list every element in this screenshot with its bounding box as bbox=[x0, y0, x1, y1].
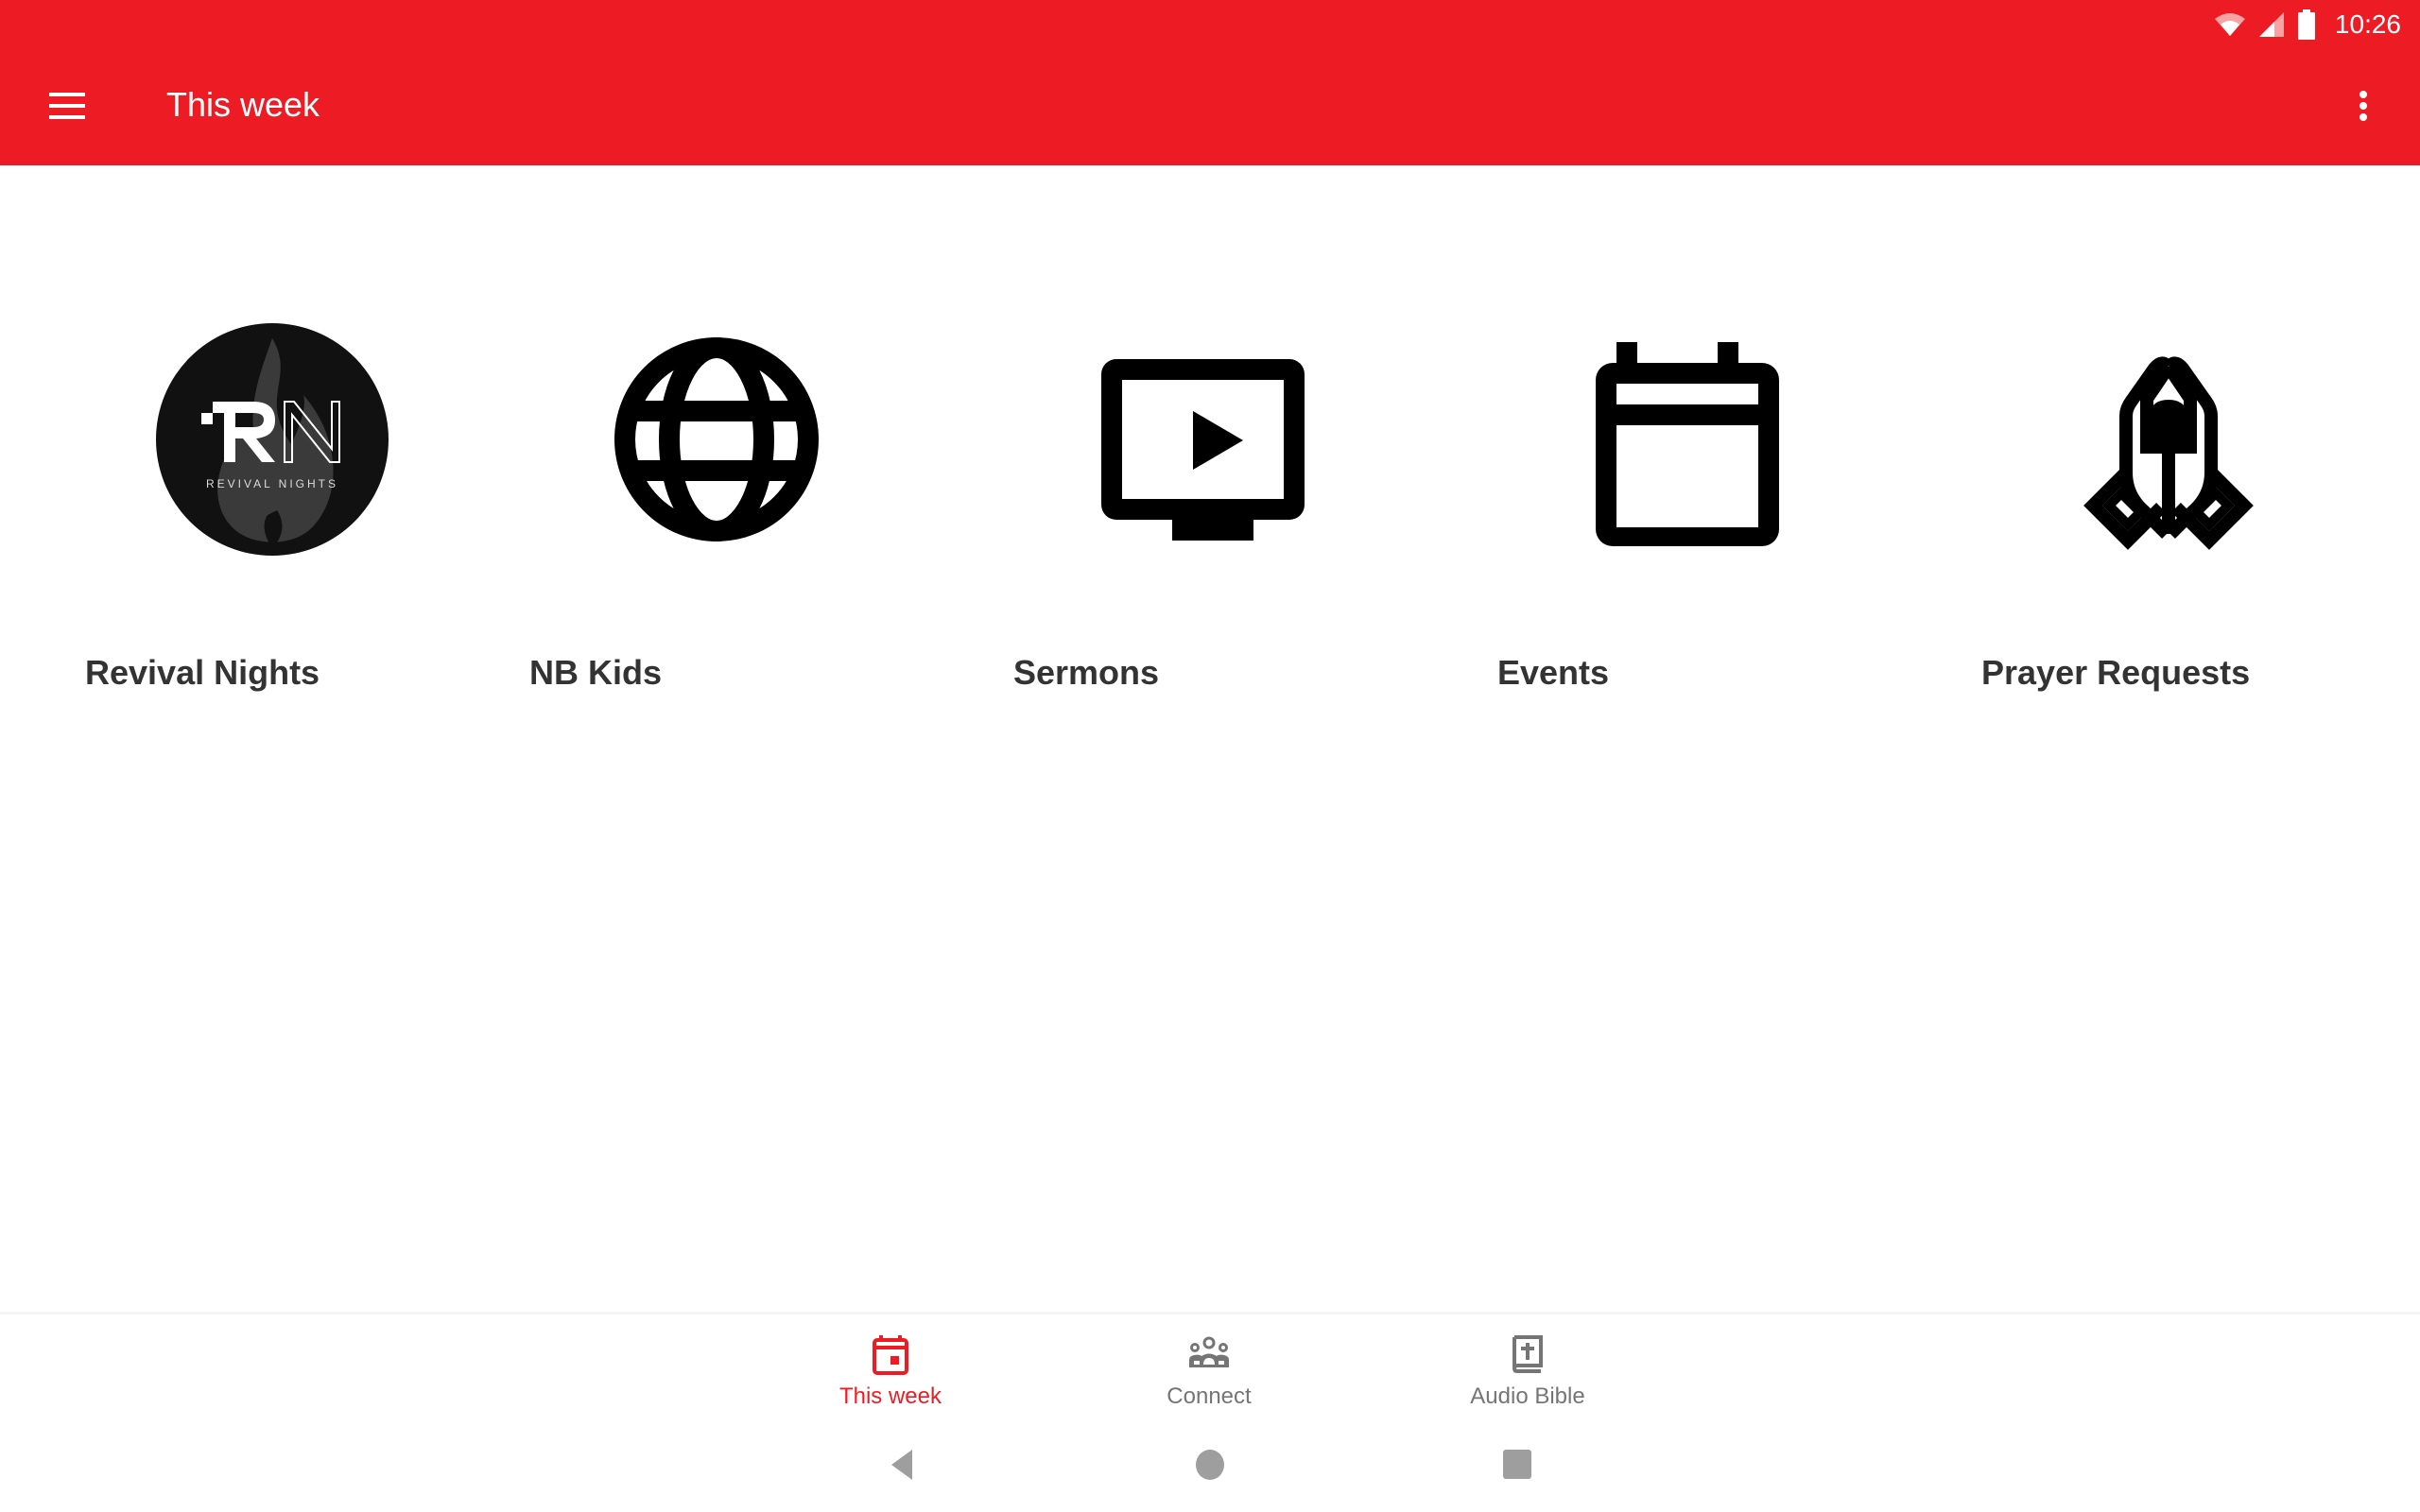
more-vert-dot bbox=[2360, 113, 2367, 121]
nav-item-connect[interactable]: Connect bbox=[1105, 1314, 1313, 1420]
tile-events[interactable]: Events bbox=[1488, 284, 1885, 718]
nav-item-this-week[interactable]: This week bbox=[786, 1314, 994, 1420]
tile-nb-kids[interactable]: NB Kids bbox=[520, 284, 917, 718]
logo-text: REVIVAL NIGHTS bbox=[206, 477, 338, 490]
hamburger-menu-button[interactable] bbox=[49, 89, 87, 123]
system-navigation-bar bbox=[0, 1418, 2420, 1512]
recents-button[interactable] bbox=[1498, 1446, 1546, 1484]
tile-label: Sermons bbox=[1013, 653, 1160, 692]
toolbar: This week bbox=[0, 45, 2420, 165]
nav-item-audio-bible[interactable]: Audio Bible bbox=[1424, 1314, 1632, 1420]
calendar-icon bbox=[1596, 342, 1779, 546]
status-icons: 10:26 bbox=[2214, 6, 2401, 43]
back-icon bbox=[891, 1450, 912, 1480]
revival-nights-logo: REVIVAL NIGHTS bbox=[156, 323, 389, 556]
overflow-menu-button[interactable] bbox=[2348, 83, 2378, 129]
hamburger-line bbox=[49, 115, 85, 119]
page-title: This week bbox=[166, 85, 320, 124]
hamburger-line bbox=[49, 104, 85, 108]
tv-play-icon bbox=[1101, 359, 1305, 541]
cell-signal-icon bbox=[2258, 12, 2284, 37]
tile-label: NB Kids bbox=[529, 653, 663, 692]
home-icon bbox=[1196, 1450, 1224, 1480]
tile-prayer-requests[interactable]: Prayer Requests bbox=[1972, 284, 2369, 718]
praying-hands-icon bbox=[2083, 356, 2254, 550]
calendar-today-icon bbox=[873, 1335, 908, 1375]
app-bar: 10:26 This week bbox=[0, 0, 2420, 165]
tile-revival-nights[interactable]: REVIVAL NIGHTS Revival Nights bbox=[76, 284, 473, 718]
more-vert-dot bbox=[2360, 102, 2367, 110]
wifi-icon bbox=[2214, 13, 2245, 36]
battery-icon bbox=[2297, 9, 2315, 40]
bible-icon bbox=[1512, 1335, 1543, 1373]
bottom-navigation: This week Connect Audio Bible bbox=[0, 1312, 2420, 1420]
nav-label: Connect bbox=[1167, 1383, 1252, 1409]
nav-label: Audio Bible bbox=[1470, 1383, 1585, 1409]
tile-label: Revival Nights bbox=[85, 653, 320, 692]
tile-label: Prayer Requests bbox=[1981, 653, 2251, 692]
recents-icon bbox=[1503, 1450, 1531, 1479]
more-vert-icon bbox=[2360, 91, 2367, 98]
back-button[interactable] bbox=[884, 1446, 931, 1484]
group-icon bbox=[1189, 1336, 1229, 1367]
nav-label: This week bbox=[838, 1383, 942, 1409]
tile-sermons[interactable]: Sermons bbox=[1004, 284, 1401, 718]
globe-icon bbox=[614, 337, 819, 541]
status-bar: 10:26 bbox=[0, 0, 2420, 45]
home-button[interactable] bbox=[1191, 1446, 1238, 1484]
status-time: 10:26 bbox=[2334, 9, 2401, 39]
hamburger-menu-icon bbox=[49, 93, 85, 96]
tile-label: Events bbox=[1497, 653, 1610, 692]
